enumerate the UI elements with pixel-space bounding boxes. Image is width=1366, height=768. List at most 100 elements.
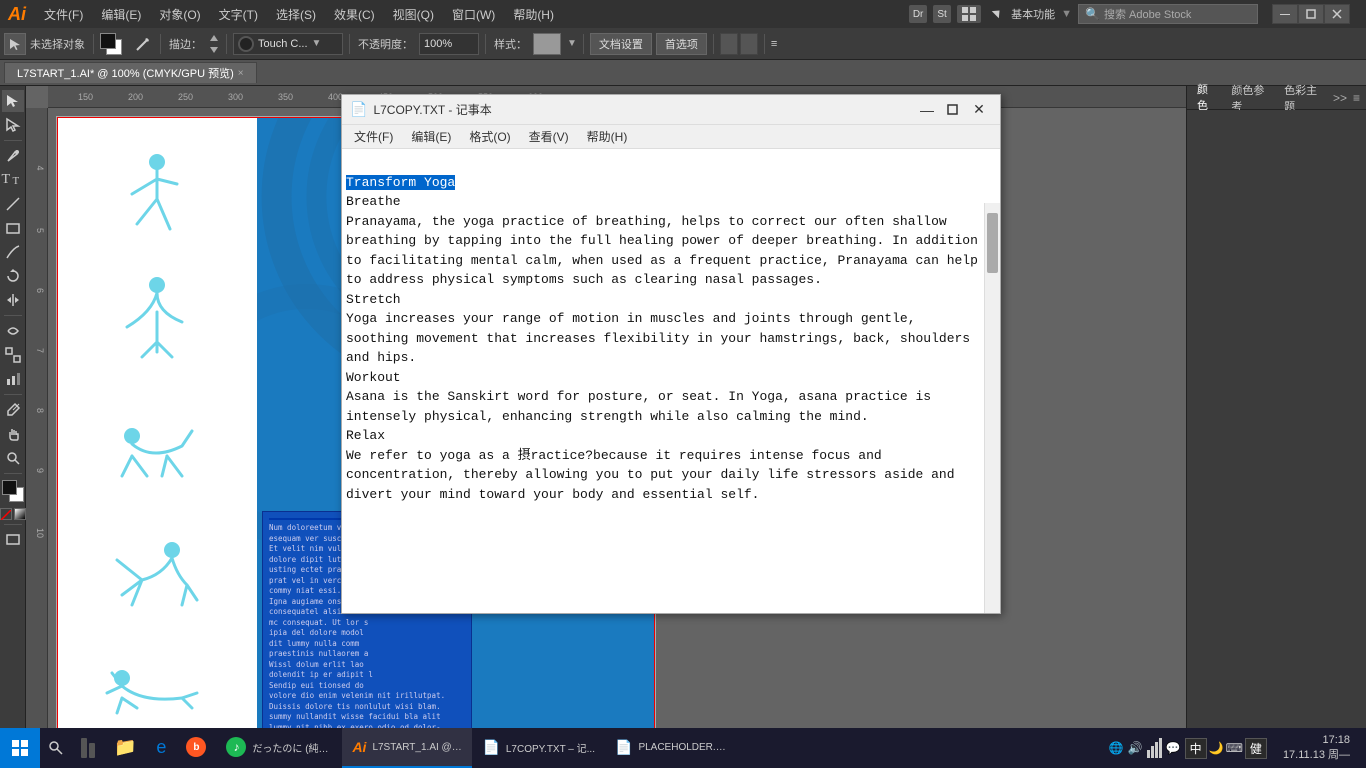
close-button[interactable] [1324, 4, 1350, 24]
more-options-button[interactable]: ≡ [771, 38, 777, 50]
style-swatch[interactable] [533, 33, 561, 55]
menu-edit[interactable]: 编辑(E) [93, 4, 149, 25]
yoga-figure-3 [102, 401, 212, 491]
menu-view[interactable]: 视图(Q) [385, 4, 442, 25]
menu-object[interactable]: 对象(O) [151, 4, 208, 25]
fill-stroke-color[interactable] [100, 33, 128, 55]
menu-select[interactable]: 选择(S) [268, 4, 324, 25]
scale-tool[interactable] [2, 344, 24, 366]
np-menu-view[interactable]: 查看(V) [521, 126, 577, 147]
notepad-restore-button[interactable] [940, 100, 966, 120]
direct-select-tool[interactable] [2, 114, 24, 136]
extension-icon[interactable]: Dr [909, 5, 927, 23]
menu-effect[interactable]: 效果(C) [326, 4, 383, 25]
taskbar-notepad1[interactable]: 📄 L7COPY.TXT – 记... [472, 728, 605, 768]
pen-tool[interactable] [2, 145, 24, 167]
notepad-title: L7COPY.TXT - 记事本 [373, 101, 914, 118]
document-tab[interactable]: L7START_1.AI* @ 100% (CMYK/GPU 预览) × [4, 62, 257, 83]
svg-text:10: 10 [35, 528, 45, 538]
taskbar-explorer[interactable]: 📁 [104, 728, 146, 768]
np-menu-edit[interactable]: 编辑(E) [403, 126, 459, 147]
touch-dropdown[interactable]: Touch C... ▼ [233, 33, 343, 55]
ime-keyboard-indicator[interactable]: ⌨ [1226, 741, 1243, 755]
graph-tool[interactable] [2, 368, 24, 390]
zoom-tool[interactable] [2, 447, 24, 469]
rotate-tool[interactable] [2, 265, 24, 287]
brush-tool-icon[interactable] [132, 33, 154, 55]
arrow-icon[interactable] [987, 5, 1005, 23]
svg-text:250: 250 [178, 92, 193, 102]
align-left-icon[interactable] [720, 33, 738, 55]
minimize-button[interactable] [1272, 4, 1298, 24]
taskbar-illustrator[interactable]: Ai L7START_1.AI @ ... [342, 728, 472, 768]
rect-tool[interactable] [2, 217, 24, 239]
menu-file[interactable]: 文件(F) [36, 4, 91, 25]
align-right-icon[interactable] [740, 33, 758, 55]
panel-menu-icon[interactable]: ≡ [1353, 91, 1360, 105]
notepad-titlebar: 📄 L7COPY.TXT - 记事本 — ✕ [342, 95, 1000, 125]
np-menu-format[interactable]: 格式(O) [461, 126, 518, 147]
warp-tool[interactable] [2, 320, 24, 342]
taskbar-search-button[interactable] [40, 728, 72, 768]
volume-icon[interactable]: 🔊 [1128, 741, 1143, 755]
doc-settings-button[interactable]: 文档设置 [590, 33, 652, 55]
stroke-arrows[interactable] [208, 33, 220, 55]
chat-icon[interactable]: 💬 [1166, 741, 1181, 755]
taskbar-edge[interactable]: e [146, 728, 176, 768]
grid-view-icon[interactable] [957, 5, 981, 23]
style-label: 样式： [492, 36, 529, 52]
notepad-body-text: Breathe Pranayama, the yoga practice of … [346, 194, 978, 502]
search-stock-field[interactable]: 🔍 搜索 Adobe Stock [1078, 4, 1258, 24]
notepad-close-button[interactable]: ✕ [966, 100, 992, 120]
svg-text:7: 7 [35, 348, 45, 353]
gradient-swatch[interactable] [14, 508, 26, 520]
opacity-field[interactable]: 100% [419, 33, 479, 55]
menu-window[interactable]: 窗口(W) [444, 4, 503, 25]
left-toolbar: T T [0, 86, 26, 740]
svg-text:T: T [13, 175, 20, 187]
vertical-ruler: 4 5 6 7 8 9 10 [26, 108, 48, 740]
menu-help[interactable]: 帮助(H) [505, 4, 562, 25]
mirror-tool[interactable] [2, 289, 24, 311]
restore-button[interactable] [1298, 4, 1324, 24]
taskbar-music[interactable]: ♪ だったのに (純音... [216, 728, 342, 768]
notepad-file-icon: 📄 [350, 101, 367, 118]
taskbar-clock[interactable]: 17:18 17.11.13 周— [1275, 733, 1358, 764]
signal-bars [1147, 738, 1162, 758]
tab-close-button[interactable]: × [238, 68, 244, 79]
task-view-button[interactable] [72, 728, 104, 768]
scrollbar-thumb[interactable] [987, 213, 998, 273]
brush-tool[interactable] [2, 241, 24, 263]
screen-mode-button[interactable] [2, 529, 24, 551]
notepad-scrollbar[interactable] [984, 203, 1000, 613]
ime-jp-indicator[interactable]: 健 [1245, 738, 1267, 759]
notepad-text-area[interactable]: Transform Yoga Breathe Pranayama, the yo… [342, 149, 1000, 613]
ai-logo: Ai [8, 4, 26, 25]
notepad-minimize-button[interactable]: — [914, 100, 940, 120]
color-swatches[interactable] [2, 480, 24, 504]
panel-expand-icon[interactable]: >> [1333, 91, 1347, 105]
no-selection-label: 未选择对象 [28, 36, 87, 52]
hand-tool[interactable] [2, 423, 24, 445]
ime-moon-indicator[interactable]: 🌙 [1209, 741, 1224, 755]
eyedropper-tool[interactable] [2, 399, 24, 421]
main-content: T T [0, 86, 1366, 740]
stock-icon[interactable]: St [933, 5, 951, 23]
line-tool[interactable] [2, 193, 24, 215]
taskbar-notepad2[interactable]: 📄 PLACEHOLDER.TX... [605, 728, 738, 768]
np-menu-file[interactable]: 文件(F) [346, 126, 401, 147]
select-tool[interactable] [2, 90, 24, 112]
np-menu-help[interactable]: 帮助(H) [579, 126, 636, 147]
notification-area-button[interactable] [1358, 728, 1366, 768]
none-swatch[interactable] [0, 508, 12, 520]
type-tool[interactable]: T T [2, 169, 24, 191]
taskbar-brave[interactable]: b [176, 728, 216, 768]
selection-tool-icon[interactable] [4, 33, 26, 55]
menu-text[interactable]: 文字(T) [211, 4, 266, 25]
network-icon[interactable]: 🌐 [1109, 741, 1124, 755]
yoga-figure-1 [102, 154, 212, 244]
start-button[interactable] [0, 728, 40, 768]
tab-bar: L7START_1.AI* @ 100% (CMYK/GPU 预览) × [0, 60, 1366, 86]
preferences-button[interactable]: 首选项 [656, 33, 707, 55]
ime-chinese-indicator[interactable]: 中 [1185, 738, 1207, 759]
